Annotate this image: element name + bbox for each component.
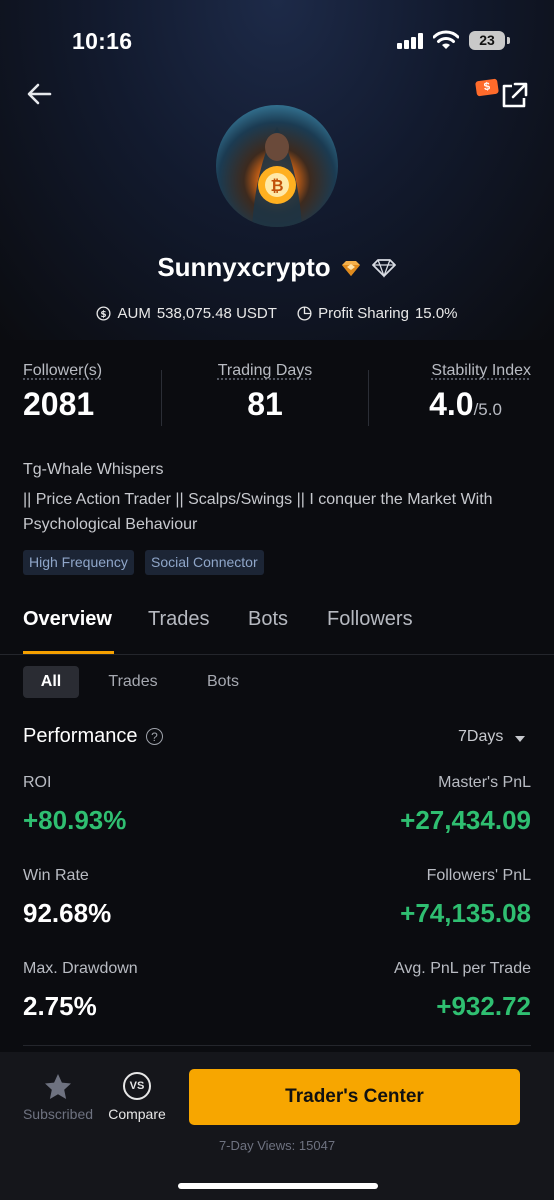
compare-button[interactable]: VS Compare (103, 1070, 171, 1122)
metric-value: 2.75% (23, 991, 97, 1021)
status-time: 10:16 (72, 28, 133, 54)
stat-label: Stability Index (431, 362, 531, 379)
stat-value: 81 (247, 386, 283, 422)
bio-text: || Price Action Trader || Scalps/Swings … (23, 491, 493, 533)
stat-followers[interactable]: Follower(s) 2081 (23, 362, 102, 423)
metric-label: Followers' PnL (426, 867, 531, 884)
stat-value: 2081 (23, 386, 95, 422)
avatar: ₿ (216, 105, 338, 227)
battery-tip (507, 37, 510, 44)
stat-label: Trading Days (217, 362, 313, 379)
bio-title: Tg-Whale Whispers (23, 461, 164, 478)
back-arrow-icon[interactable] (24, 78, 56, 110)
views-count: 7-Day Views: 15047 (218, 1138, 336, 1153)
trader-name: Sunnyxcrypto (157, 252, 331, 282)
stat-value-suffix: /5.0 (473, 400, 502, 419)
metric-label: Avg. PnL per Trade (394, 960, 531, 977)
metric-label: Max. Drawdown (23, 960, 138, 977)
tag-high-frequency: High Frequency (23, 550, 134, 575)
stat-value: 4.0 (429, 386, 474, 422)
metric-value: +932.72 (436, 991, 531, 1021)
battery-icon: 23 (469, 31, 505, 50)
stat-stability-index[interactable]: Stability Index 4.0/5.0 (400, 362, 531, 423)
vs-icon: VS (123, 1072, 151, 1100)
metric-value: +27,434.09 (400, 805, 531, 835)
period-selector[interactable]: 7Days (458, 728, 503, 746)
share-icon (502, 82, 528, 108)
divider (161, 370, 162, 426)
tab-trades[interactable]: Trades (148, 608, 210, 631)
traders-center-button[interactable]: Trader's Center (189, 1069, 520, 1125)
stat-trading-days[interactable]: Trading Days 81 (200, 362, 330, 423)
divider (368, 370, 369, 426)
performance-title: Performance (23, 725, 138, 747)
chevron-down-icon[interactable] (515, 736, 525, 742)
svg-text:$: $ (101, 310, 107, 320)
pie-chart-icon (297, 306, 312, 321)
wifi-icon (433, 30, 459, 49)
subscribed-button[interactable]: Subscribed (22, 1070, 94, 1122)
active-tab-indicator (23, 651, 114, 654)
tag-social-connector: Social Connector (145, 550, 264, 575)
main-tabs: Overview Trades Bots Followers (0, 606, 554, 655)
metric-label: Master's PnL (438, 774, 531, 791)
aum-value: 538,075.48 USDT (156, 305, 277, 322)
metric-label: ROI (23, 774, 52, 791)
diamond-badge-icon (371, 258, 396, 278)
star-icon (45, 1074, 71, 1099)
metric-value: +80.93% (23, 805, 127, 835)
crown-badge-icon (341, 260, 360, 276)
aum-label: AUM (117, 305, 151, 322)
stat-label: Follower(s) (23, 362, 103, 379)
dollar-circle-icon: $ (96, 306, 112, 321)
help-icon[interactable]: ? (146, 728, 163, 745)
divider (23, 1045, 531, 1046)
metric-label: Win Rate (23, 867, 89, 884)
trader-name-row: Sunnyxcrypto (0, 252, 554, 283)
compare-label: Compare (108, 1106, 166, 1122)
subtab-trades[interactable]: Trades (97, 666, 169, 698)
profit-sharing-value: 15.0% (414, 305, 458, 322)
profit-sharing-label: Profit Sharing (318, 305, 409, 322)
tab-overview[interactable]: Overview (23, 608, 112, 631)
home-indicator (178, 1183, 378, 1189)
share-badge: $ (475, 78, 499, 97)
stat-value-wrap: 4.0/5.0 (400, 386, 531, 423)
tab-followers[interactable]: Followers (327, 608, 413, 631)
metric-value: 92.68% (23, 898, 112, 928)
metric-value: +74,135.08 (400, 898, 531, 928)
svg-text:₿: ₿ (270, 176, 283, 195)
aum-row: $ AUM 538,075.48 USDT Profit Sharing 15.… (0, 305, 554, 325)
subtab-bots[interactable]: Bots (193, 666, 253, 698)
share-button[interactable]: $ (475, 76, 532, 116)
tab-bots[interactable]: Bots (248, 608, 288, 631)
subtab-all[interactable]: All (23, 666, 79, 698)
signal-icon (397, 33, 425, 49)
subscribed-label: Subscribed (22, 1106, 94, 1122)
